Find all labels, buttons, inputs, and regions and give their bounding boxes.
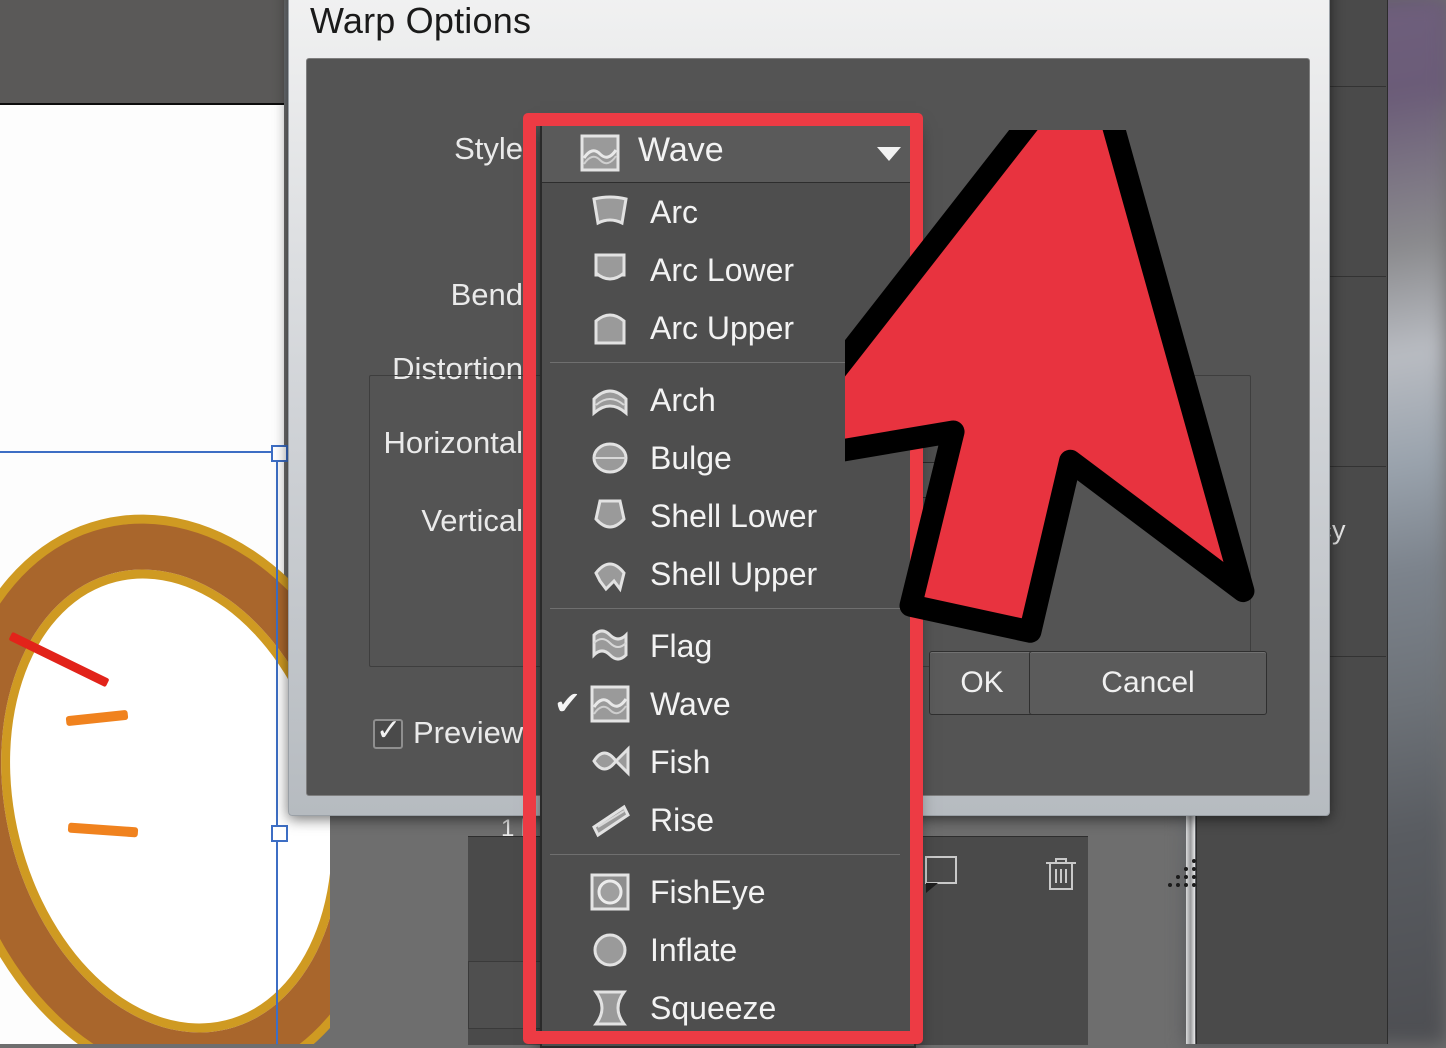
style-label: Style — [454, 131, 523, 166]
panel-resize-grip-icon[interactable] — [1158, 855, 1208, 897]
bend-label: Bend — [450, 277, 523, 312]
new-layer-icon[interactable] — [918, 853, 964, 900]
dialog-title: Warp Options — [310, 0, 532, 41]
cursor-arrow-pointer — [751, 33, 1415, 710]
horizontal-label: Horizontal — [383, 425, 523, 460]
vertical-label: Vertical — [421, 503, 523, 538]
preview-checkbox[interactable]: ✓ — [373, 714, 403, 749]
checkmark-icon: ✓ — [376, 714, 402, 747]
delete-layer-trash-icon[interactable] — [1038, 851, 1084, 902]
options-bar-strip — [0, 0, 284, 105]
artwork-image — [0, 500, 330, 1044]
